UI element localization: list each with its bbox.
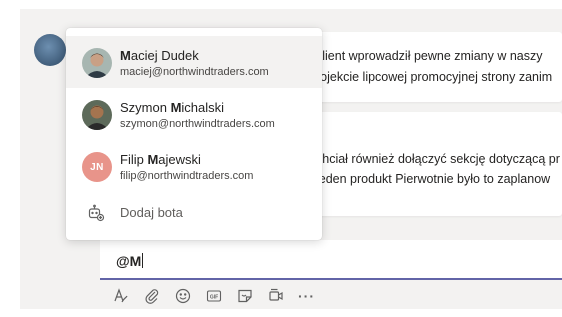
compose-box[interactable]: @M [100, 240, 562, 280]
name-rest: ichalski [181, 100, 225, 115]
attach-icon[interactable] [143, 287, 161, 305]
svg-text:GIF: GIF [210, 294, 218, 300]
name-prefix: Szymon [120, 100, 171, 115]
compose-toolbar: GIF ··· [112, 286, 315, 306]
mention-suggestions-popup: Maciej Dudek maciej@northwindtraders.com… [66, 28, 322, 240]
emoji-icon[interactable] [174, 287, 192, 305]
name-rest: aciej Dudek [130, 48, 199, 63]
mention-name: Filip Majewski [120, 152, 201, 167]
name-match: M [147, 152, 159, 167]
more-options-icon[interactable]: ··· [298, 288, 315, 304]
mention-email: filip@northwindtraders.com [120, 170, 254, 182]
format-icon[interactable] [112, 287, 130, 305]
mention-name: Maciej Dudek [120, 48, 199, 63]
mention-email: szymon@northwindtraders.com [120, 118, 275, 130]
gif-icon[interactable]: GIF [205, 287, 223, 305]
text-caret [142, 253, 144, 268]
name-match: M [120, 48, 131, 63]
name-rest: ajewski [158, 152, 201, 167]
mention-suggestion[interactable]: Maciej Dudek maciej@northwindtraders.com [66, 36, 322, 88]
meet-now-icon[interactable] [267, 287, 285, 305]
compose-input[interactable]: @M [116, 253, 144, 269]
add-bot-icon [86, 203, 106, 223]
sticker-icon[interactable] [236, 287, 254, 305]
sender-avatar [34, 34, 66, 66]
message-text-line: chciał również dołączyć sekcję dotyczącą… [316, 152, 560, 166]
name-match: M [170, 100, 182, 115]
mention-suggestion[interactable]: JN Filip Majewski filip@northwindtraders… [66, 140, 322, 192]
compose-text: @M [116, 253, 142, 269]
message-text-line: klient wprowadził pewne zmiany w naszy [316, 49, 543, 63]
add-bot-item[interactable]: Dodaj bota [66, 194, 322, 234]
message-text-line: jeden produkt Pierwotnie było to zaplano… [316, 172, 551, 186]
message-text-line: rojekcie lipcowej promocyjnej strony zan… [316, 70, 553, 84]
mention-email: maciej@northwindtraders.com [120, 66, 269, 78]
name-prefix: Filip [120, 152, 148, 167]
avatar-initials: JN [82, 152, 112, 182]
mention-name: Szymon Michalski [120, 100, 224, 115]
avatar [82, 48, 112, 78]
add-bot-label: Dodaj bota [120, 205, 183, 220]
mention-suggestion[interactable]: Szymon Michalski szymon@northwindtraders… [66, 88, 322, 140]
avatar [82, 100, 112, 130]
